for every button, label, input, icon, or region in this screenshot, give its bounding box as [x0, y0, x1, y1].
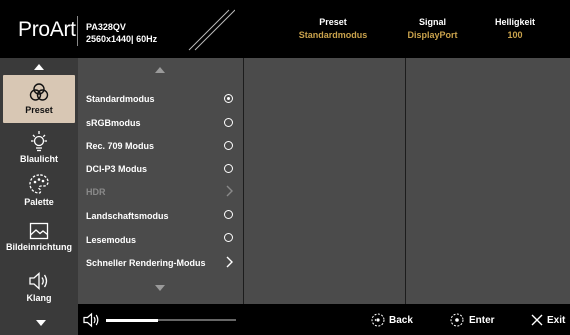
- sidebar-scroll-down-icon[interactable]: [36, 320, 46, 326]
- volume-track[interactable]: [106, 318, 236, 322]
- joystick-back-icon: [371, 313, 385, 327]
- sidebar-item-label: Bildeinrichtung: [6, 242, 72, 252]
- header-signal: Signal DisplayPort: [395, 16, 470, 42]
- radio-icon[interactable]: [224, 210, 233, 219]
- chevron-right-icon[interactable]: [226, 256, 233, 268]
- header-preset-value: Standardmodus: [298, 30, 368, 40]
- image-setup-icon: [29, 222, 49, 240]
- chevron-right-icon: [226, 185, 233, 197]
- header-brightness-label: Helligkeit: [494, 17, 535, 27]
- volume-fill: [106, 318, 158, 322]
- model-name: PA328QV: [86, 22, 126, 32]
- sidebar-scroll-up-icon[interactable]: [34, 64, 44, 70]
- menu-item-label: Schneller Rendering-Modus: [86, 258, 206, 268]
- speaker-icon: [29, 272, 48, 290]
- menu-item-fast-rendering[interactable]: Schneller Rendering-Modus: [86, 258, 206, 268]
- sidebar-item-sound[interactable]: Klang: [3, 271, 75, 311]
- header-preset-label: Preset: [319, 17, 347, 27]
- menu-item-reading[interactable]: Lesemodus: [86, 235, 136, 245]
- osd-footer: Back Enter Exit: [78, 304, 570, 335]
- sidebar-item-label: Blaulicht: [19, 154, 58, 164]
- header-signal-label: Signal: [418, 17, 446, 27]
- submenu-scroll-up-icon[interactable]: [155, 67, 165, 73]
- menu-item-dci-p3[interactable]: DCI-P3 Modus: [86, 164, 147, 174]
- header-brightness-value: 100: [507, 30, 523, 40]
- blue-light-icon: [31, 131, 47, 152]
- radio-selected-icon[interactable]: [224, 94, 233, 103]
- sidebar-item-palette[interactable]: Palette: [3, 173, 75, 213]
- resolution-info: 2560x1440| 60Hz: [86, 34, 158, 44]
- sidebar: Preset Blaulicht Palette Bildeinrichtung…: [0, 58, 78, 335]
- radio-icon[interactable]: [224, 141, 233, 150]
- joystick-enter-icon: [450, 313, 464, 327]
- radio-icon[interactable]: [224, 233, 233, 242]
- menu-item-landscape[interactable]: Landschaftsmodus: [86, 211, 169, 221]
- sidebar-item-blue-light[interactable]: Blaulicht: [3, 130, 75, 170]
- menu-item-label: DCI-P3 Modus: [86, 164, 148, 174]
- menu-item-rec709[interactable]: Rec. 709 Modus: [86, 141, 154, 151]
- volume-icon: [83, 312, 99, 328]
- sidebar-item-label: Klang: [26, 293, 52, 303]
- header-divider: [77, 16, 78, 46]
- header-brightness: Helligkeit 100: [480, 16, 550, 42]
- sidebar-item-preset[interactable]: Preset: [3, 75, 75, 123]
- exit-button[interactable]: Exit: [547, 315, 565, 326]
- menu-item-srgb[interactable]: sRGBmodus: [86, 118, 141, 128]
- menu-item-standard[interactable]: Standardmodus: [86, 94, 155, 104]
- detail-panel: [244, 58, 405, 304]
- menu-item-label: Standardmodus: [86, 94, 155, 104]
- submenu-scroll-down-icon[interactable]: [155, 285, 165, 291]
- sidebar-item-label: Preset: [25, 105, 53, 115]
- menu-item-label: Lesemodus: [86, 235, 137, 245]
- model-info: PA328QV 2560x1440| 60Hz: [86, 21, 157, 45]
- palette-icon: [29, 174, 49, 194]
- sidebar-item-image-setup[interactable]: Bildeinrichtung: [3, 222, 75, 262]
- menu-item-hdr: HDR: [86, 187, 106, 197]
- header-signal-value: DisplayPort: [407, 30, 458, 40]
- radio-icon[interactable]: [224, 118, 233, 127]
- brand-logo: ProArt: [18, 18, 76, 41]
- menu-item-label: Landschaftsmodus: [86, 211, 169, 221]
- menu-item-label: sRGBmodus: [86, 118, 141, 128]
- extra-panel: [406, 58, 570, 304]
- menu-item-label: HDR: [86, 187, 106, 197]
- sidebar-item-label: Palette: [24, 197, 54, 207]
- enter-button[interactable]: Enter: [469, 315, 495, 326]
- radio-icon[interactable]: [224, 164, 233, 173]
- header-preset: Preset Standardmodus: [288, 16, 378, 42]
- menu-item-label: Rec. 709 Modus: [86, 141, 155, 151]
- osd-header: ProArt PA328QV 2560x1440| 60Hz Preset St…: [0, 0, 570, 58]
- decorative-slash: [188, 9, 235, 51]
- preset-icon: [29, 83, 49, 101]
- back-button[interactable]: Back: [389, 315, 413, 326]
- close-icon: [531, 314, 543, 326]
